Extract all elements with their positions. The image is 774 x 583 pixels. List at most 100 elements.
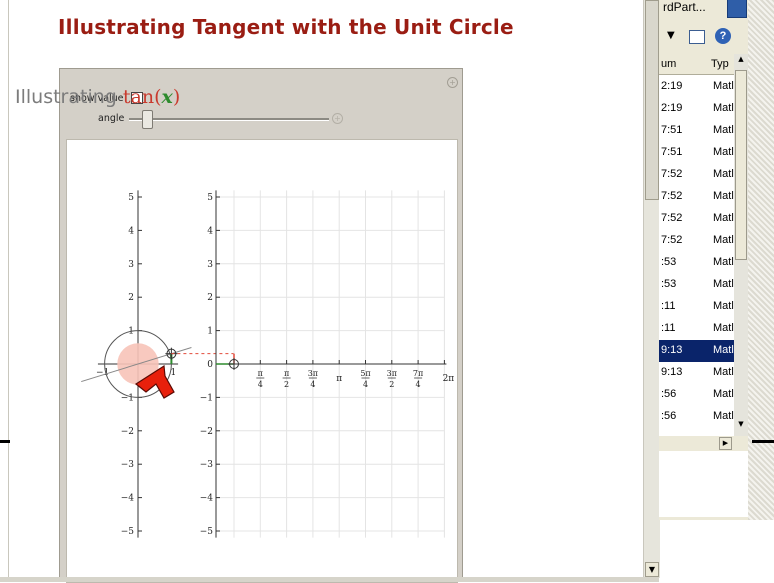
background-window-title: rdPart...: [663, 0, 706, 14]
x-tick-numerator: 7π: [413, 369, 423, 378]
list-item[interactable]: 7:52 Matl: [659, 208, 734, 230]
x-tick-numerator: 5π: [360, 369, 370, 378]
list-item-time: :53: [661, 278, 677, 290]
list-item-time: 7:52: [661, 190, 683, 202]
list-item[interactable]: 9:13 Matl: [659, 340, 734, 362]
list-item-type: Matl: [713, 410, 734, 422]
window-bottom-edge: [0, 577, 659, 582]
list-item[interactable]: 7:51 Matl: [659, 120, 734, 142]
y-tick-label: 2: [128, 293, 134, 303]
list-item-time: :11: [661, 322, 676, 334]
background-toolbar: ▼ ?: [659, 26, 754, 50]
y-tick-label: −1: [121, 393, 134, 403]
list-item-type: Matl: [713, 80, 734, 92]
list-item-time: :53: [661, 256, 677, 268]
x-tick-numerator: 3π: [387, 369, 397, 378]
list-header: um Typ: [659, 54, 734, 75]
y-tick-label: −2: [200, 427, 213, 437]
y-tick-label: 3: [207, 260, 213, 270]
y-tick-label: −5: [200, 527, 214, 537]
list-item[interactable]: 7:52 Matl: [659, 164, 734, 186]
x-tick-numerator: π: [284, 369, 289, 378]
list-item-time: :56: [661, 410, 677, 422]
x-tick-denominator: 4: [310, 380, 315, 389]
list-item-time: 7:52: [661, 212, 683, 224]
view-icon[interactable]: [689, 30, 705, 44]
dropdown-arrow-icon[interactable]: ▼: [667, 30, 675, 41]
x-tick-label: 2π: [443, 374, 455, 384]
y-tick-label: −3: [121, 460, 135, 470]
x-tick-denominator: 4: [258, 380, 263, 389]
list-item-type: Matl: [713, 168, 734, 180]
help-icon[interactable]: ?: [715, 28, 731, 44]
list-item[interactable]: 2:19 Matl: [659, 98, 734, 120]
list-item[interactable]: :11 Matl: [659, 318, 734, 340]
list-item-type: Matl: [713, 366, 734, 378]
y-tick-label: 1: [207, 327, 213, 337]
list-vertical-scrollbar[interactable]: ▲ ▼: [734, 54, 748, 436]
y-tick-label: −4: [200, 494, 214, 504]
list-item[interactable]: :53 Matl: [659, 252, 734, 274]
list-item-type: Matl: [713, 124, 734, 136]
y-tick-label: −2: [121, 427, 134, 437]
y-tick-label: 3: [128, 260, 134, 270]
y-tick-label: 0: [207, 360, 213, 370]
background-window-blank: [659, 451, 749, 517]
list-item-time: 7:51: [661, 124, 683, 136]
list-item[interactable]: :56 Matl: [659, 406, 734, 428]
list-item-time: 2:19: [661, 102, 683, 114]
y-tick-label: 4: [128, 226, 134, 236]
list-item-time: :56: [661, 388, 677, 400]
scroll-up-arrow-icon[interactable]: ▲: [735, 55, 747, 68]
main-vertical-scrollbar[interactable]: ▼: [643, 0, 660, 578]
y-tick-label: −5: [121, 527, 135, 537]
list-item-type: Matl: [713, 234, 734, 246]
main-scroll-thumb[interactable]: [645, 0, 659, 200]
y-tick-label: 5: [207, 193, 213, 203]
list-item[interactable]: :11 Matl: [659, 296, 734, 318]
list-item-type: Matl: [713, 300, 734, 312]
search-icon[interactable]: [727, 0, 747, 18]
list-item-type: Matl: [713, 102, 734, 114]
x-tick-label: π: [336, 374, 342, 384]
list-item[interactable]: 7:52 Matl: [659, 186, 734, 208]
list-item-time: 2:19: [661, 80, 683, 92]
list-item-time: 9:13: [661, 366, 683, 378]
list-item[interactable]: 7:52 Matl: [659, 230, 734, 252]
list-item[interactable]: 9:13 Matl: [659, 362, 734, 384]
list-item-type: Matl: [713, 322, 734, 334]
list-item[interactable]: :53 Matl: [659, 274, 734, 296]
scroll-right-arrow-icon[interactable]: ▶: [719, 437, 732, 450]
list-item-time: 7:52: [661, 234, 683, 246]
list-item[interactable]: :56 Matl: [659, 384, 734, 406]
list-item-type: Matl: [713, 190, 734, 202]
list-scroll-thumb[interactable]: [735, 70, 747, 260]
scroll-down-arrow-icon[interactable]: ▼: [735, 420, 747, 433]
y-tick-label: −3: [200, 460, 214, 470]
divider-line: [0, 440, 10, 443]
y-tick-label: 2: [207, 293, 213, 303]
x-tick-numerator: π: [258, 369, 263, 378]
x-tick-denominator: 2: [389, 380, 394, 389]
list-item-time: 7:51: [661, 146, 683, 158]
scroll-down-arrow-icon[interactable]: ▼: [645, 562, 659, 577]
list-item-type: Matl: [713, 256, 734, 268]
y-tick-label: 4: [207, 226, 213, 236]
plot-graphics: 54321−1−2−3−4−5−1 1 543210−1−2−3−4−5π4π23…: [81, 190, 455, 538]
list-item-type: Matl: [713, 388, 734, 400]
divider-line: [752, 440, 774, 443]
list-item[interactable]: 7:51 Matl: [659, 142, 734, 164]
list-item-type: Matl: [713, 212, 734, 224]
x-tick-denominator: 4: [363, 380, 368, 389]
list-item-type: Matl: [713, 344, 734, 356]
column-header-date[interactable]: um: [661, 58, 676, 70]
list-item[interactable]: 2:19 Matl: [659, 76, 734, 98]
x-tick-denominator: 4: [416, 380, 421, 389]
list-item-type: Matl: [713, 278, 734, 290]
list-item-time: 9:13: [661, 344, 683, 356]
document-window: Illustrating Tangent with the Unit Circl…: [0, 0, 660, 583]
column-header-type[interactable]: Typ: [711, 58, 729, 70]
y-tick-label: −1: [200, 393, 213, 403]
list-horizontal-scrollbar[interactable]: ▶: [659, 436, 734, 451]
y-tick-label: −4: [121, 494, 135, 504]
